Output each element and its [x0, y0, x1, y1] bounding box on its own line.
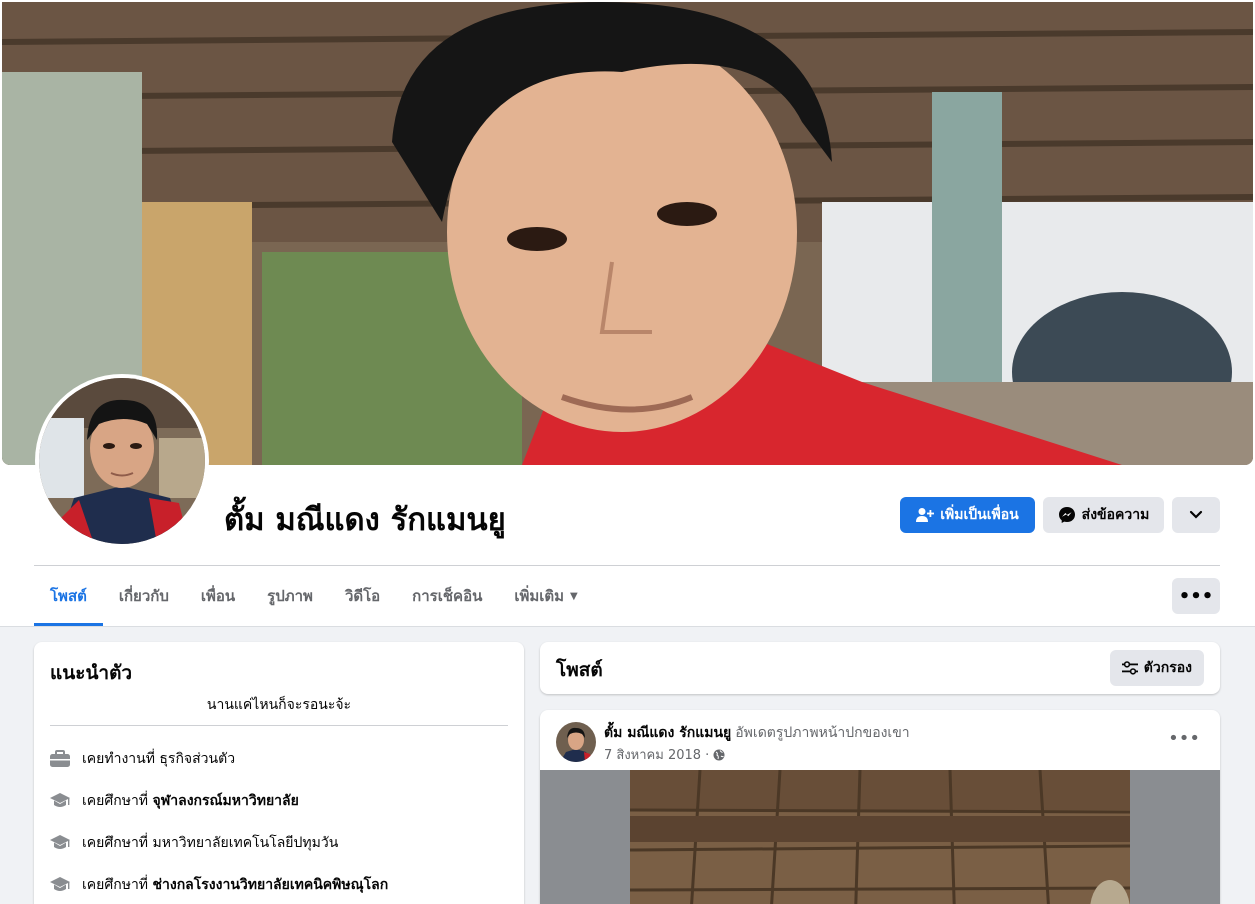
profile-name: ตั้ม มณีแดง รักแมนยู [224, 502, 506, 538]
post-meta: 7 สิงหาคม 2018 · [604, 744, 725, 765]
posts-title: โพสต์ [556, 659, 603, 681]
graduation-cap-icon [50, 877, 70, 891]
post-card: ตั้ม มณีแดง รักแมนยู อัพเดตรูปภาพหน้าปกขอ… [540, 710, 1220, 904]
more-dots-icon: ••• [1178, 585, 1214, 607]
tab-photos[interactable]: รูปภาพ [251, 566, 329, 626]
profile-avatar[interactable] [35, 374, 209, 548]
post-options-icon[interactable]: ••• [1168, 728, 1200, 749]
tab-videos[interactable]: วิดีโอ [329, 566, 396, 626]
intro-divider [50, 725, 508, 726]
post-author-avatar[interactable] [556, 722, 596, 762]
graduation-cap-icon [50, 835, 70, 849]
tab-about[interactable]: เกี่ยวกับ [103, 566, 185, 626]
intro-card: แนะนำตัว นานแค่ไหนก็จะรอนะจ้ะ เคยทำงานที… [34, 642, 524, 904]
globe-icon [713, 749, 725, 760]
messenger-icon [1058, 507, 1075, 523]
intro-item-education: เคยศึกษาที่ จุฬาลงกรณ์มหาวิทยาลัย [50, 790, 299, 812]
filter-sliders-icon [1121, 661, 1138, 675]
filter-label: ตัวกรอง [1143, 660, 1192, 676]
cover-photo[interactable] [2, 2, 1253, 465]
profile-header: ตั้ม มณีแดง รักแมนยู เพิ่มเป็นเพื่อน ส่ง… [0, 0, 1255, 627]
chevron-down-icon [1189, 510, 1203, 519]
message-label: ส่งข้อความ [1081, 507, 1150, 523]
briefcase-icon [50, 750, 70, 767]
tab-check-ins[interactable]: การเช็คอิน [396, 566, 498, 626]
message-button[interactable]: ส่งข้อความ [1043, 497, 1164, 533]
add-friend-label: เพิ่มเป็นเพื่อน [940, 507, 1019, 523]
intro-item-education: เคยศึกษาที่ ช่างกลโรงงานวิทยาลัยเทคนิคพิ… [50, 874, 388, 896]
posts-header-card: โพสต์ ตัวกรอง [540, 642, 1220, 694]
filter-button[interactable]: ตัวกรอง [1109, 650, 1204, 686]
add-friend-icon [916, 508, 935, 522]
add-friend-button[interactable]: เพิ่มเป็นเพื่อน [900, 497, 1035, 533]
post-author-name[interactable]: ตั้ม มณีแดง รักแมนยู [604, 725, 731, 741]
tab-more[interactable]: เพิ่มเติม ▼ [498, 566, 593, 626]
post-header: ตั้ม มณีแดง รักแมนยู อัพเดตรูปภาพหน้าปกขอ… [604, 722, 910, 744]
intro-item-work: เคยทำงานที่ ธุรกิจส่วนตัว [50, 748, 235, 770]
intro-title: แนะนำตัว [50, 662, 133, 684]
graduation-cap-icon [50, 793, 70, 807]
post-date[interactable]: 7 สิงหาคม 2018 · [604, 744, 709, 765]
intro-bio: นานแค่ไหนก็จะรอนะจ้ะ [206, 697, 352, 713]
profile-tabs: โพสต์ เกี่ยวกับ เพื่อน รูปภาพ วิดีโอ การ… [34, 566, 594, 626]
post-action-text: อัพเดตรูปภาพหน้าปกของเขา [735, 725, 910, 741]
post-photo[interactable] [540, 770, 1220, 904]
tab-friends[interactable]: เพื่อน [185, 566, 251, 626]
tab-posts[interactable]: โพสต์ [34, 566, 103, 626]
tabs-more-button[interactable]: ••• [1172, 578, 1220, 614]
more-options-button[interactable] [1172, 497, 1220, 533]
intro-item-education: เคยศึกษาที่ มหาวิทยาลัยเทคโนโลยีปทุมวัน [50, 832, 338, 854]
caret-down-icon: ▼ [570, 590, 578, 602]
